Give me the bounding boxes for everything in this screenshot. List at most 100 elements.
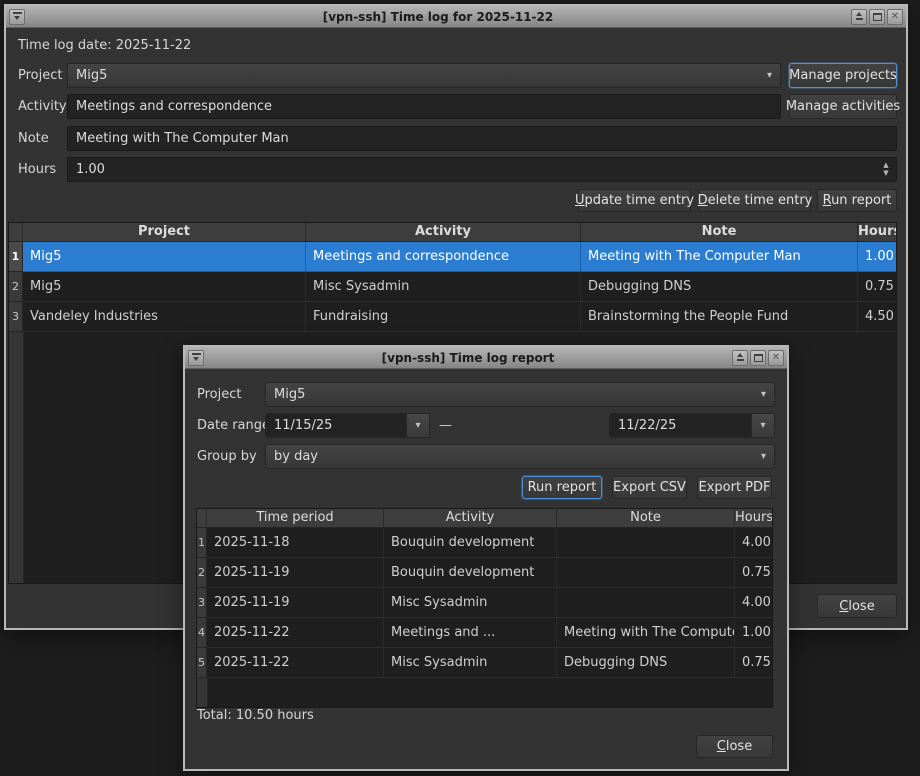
table-cell: Bouquin development (384, 528, 557, 558)
time-log-date-label: Time log date: 2025-11-22 (18, 37, 191, 55)
row-number: 1 (9, 242, 23, 272)
activity-input[interactable] (67, 94, 781, 119)
table-cell: Brainstorming the People Fund (581, 302, 858, 332)
column-header[interactable]: Project (23, 223, 306, 242)
group-by-label: Group by (197, 444, 257, 469)
table-cell: Meetings and ... (384, 618, 557, 648)
table-cell (557, 528, 735, 558)
maximize-icon[interactable] (869, 9, 885, 25)
table-row[interactable]: 22025-11-19Bouquin development0.75 (197, 558, 772, 588)
date-end-picker[interactable]: 11/22/25 ▾ (609, 413, 775, 438)
project-label: Project (18, 63, 62, 88)
chevron-down-icon: ▾ (761, 452, 766, 462)
column-header[interactable]: Hours (735, 509, 772, 528)
column-header[interactable]: Note (557, 509, 735, 528)
table-cell: 0.75 (735, 648, 772, 678)
window-menu-icon[interactable] (9, 9, 25, 25)
spin-down-icon[interactable]: ▼ (883, 170, 888, 177)
table-cell: Fundraising (306, 302, 581, 332)
run-report-button[interactable]: Run report (817, 189, 897, 212)
export-csv-button[interactable]: Export CSV (612, 476, 687, 499)
main-window-title: [vpn-ssh] Time log for 2025-11-22 (27, 10, 849, 24)
table-cell: Misc Sysadmin (384, 648, 557, 678)
table-cell: 1.00 (858, 242, 896, 272)
report-window-content: Project Mig5 ▾ Date range 11/15/25 ▾ — 1… (185, 370, 787, 769)
report-window-titlebar[interactable]: [vpn-ssh] Time log report ✕ (185, 347, 787, 369)
date-start-picker[interactable]: 11/15/25 ▾ (265, 413, 430, 438)
delete-time-entry-button[interactable]: Delete time entry (699, 189, 811, 212)
export-pdf-button[interactable]: Export PDF (697, 476, 772, 499)
report-project-combobox[interactable]: Mig5 ▾ (265, 382, 775, 407)
row-number: 4 (197, 618, 207, 648)
hours-input[interactable] (67, 157, 897, 182)
table-row[interactable]: 52025-11-22Misc SysadminDebugging DNS0.7… (197, 648, 772, 678)
main-window-titlebar[interactable]: [vpn-ssh] Time log for 2025-11-22 ✕ (6, 6, 906, 28)
chevron-down-icon: ▾ (761, 390, 766, 400)
note-input[interactable] (67, 126, 897, 151)
table-row[interactable]: 1Mig5Meetings and correspondenceMeeting … (9, 242, 896, 272)
column-header[interactable]: Activity (306, 223, 581, 242)
calendar-dropdown-icon[interactable]: ▾ (751, 414, 774, 437)
calendar-dropdown-icon[interactable]: ▾ (406, 414, 429, 437)
window-menu-icon[interactable] (188, 350, 204, 366)
table-row[interactable]: 42025-11-22Meetings and ...Meeting with … (197, 618, 772, 648)
table-cell: Meeting with The Computer Man (581, 242, 858, 272)
close-icon[interactable]: ✕ (887, 9, 903, 25)
manage-projects-button[interactable]: Manage projects (789, 63, 897, 88)
table-cell: 1.00 (735, 618, 772, 648)
note-label: Note (18, 126, 49, 151)
row-number: 3 (9, 302, 23, 332)
table-cell: Misc Sysadmin (306, 272, 581, 302)
table-cell: 2025-11-19 (207, 558, 384, 588)
update-time-entry-button[interactable]: Update time entry (578, 189, 691, 212)
table-cell (557, 588, 735, 618)
table-cell: 4.50 (858, 302, 896, 332)
close-icon[interactable]: ✕ (768, 350, 784, 366)
table-cell: Meetings and correspondence (306, 242, 581, 272)
row-number: 3 (197, 588, 207, 618)
table-cell: 0.75 (858, 272, 896, 302)
table-header-row: ProjectActivityNoteHours (9, 223, 896, 242)
table-cell: 2025-11-22 (207, 648, 384, 678)
maximize-icon[interactable] (750, 350, 766, 366)
row-number: 5 (197, 648, 207, 678)
column-header[interactable]: Hours (858, 223, 896, 242)
table-cell: Meeting with The Computer... (557, 618, 735, 648)
table-empty-area (197, 678, 772, 707)
table-cell: Misc Sysadmin (384, 588, 557, 618)
report-close-button[interactable]: Close (696, 735, 773, 758)
shade-icon[interactable] (732, 350, 748, 366)
header-gutter (9, 223, 23, 242)
group-by-combobox[interactable]: by day ▾ (265, 444, 775, 469)
report-project-label: Project (197, 382, 241, 407)
column-header[interactable]: Activity (384, 509, 557, 528)
header-gutter (197, 509, 207, 528)
column-header[interactable]: Time period (207, 509, 384, 528)
main-close-button[interactable]: Close (817, 594, 897, 618)
project-combobox[interactable]: Mig5 ▾ (67, 63, 781, 88)
table-row[interactable]: 12025-11-18Bouquin development4.00 (197, 528, 772, 558)
table-row[interactable]: 32025-11-19Misc Sysadmin4.00 (197, 588, 772, 618)
table-cell: Mig5 (23, 242, 306, 272)
table-cell: Vandeley Industries (23, 302, 306, 332)
table-cell: 0.75 (735, 558, 772, 588)
report-run-report-button[interactable]: Run report (522, 476, 602, 499)
table-cell: 4.00 (735, 528, 772, 558)
column-header[interactable]: Note (581, 223, 858, 242)
date-range-label: Date range (197, 413, 270, 438)
hours-spinner: ▲ ▼ (67, 157, 897, 182)
table-header-row: Time periodActivityNoteHours (197, 509, 772, 528)
report-table: Time periodActivityNoteHours 12025-11-18… (196, 508, 773, 708)
spin-buttons[interactable]: ▲ ▼ (879, 159, 893, 180)
manage-activities-button[interactable]: Manage activities (789, 94, 897, 119)
table-row[interactable]: 3Vandeley IndustriesFundraisingBrainstor… (9, 302, 896, 332)
shade-icon[interactable] (851, 9, 867, 25)
report-window: [vpn-ssh] Time log report ✕ Project Mig5… (183, 345, 789, 771)
table-row[interactable]: 2Mig5Misc SysadminDebugging DNS0.75 (9, 272, 896, 302)
table-cell (557, 558, 735, 588)
row-number: 1 (197, 528, 207, 558)
table-cell: 2025-11-22 (207, 618, 384, 648)
spin-up-icon[interactable]: ▲ (883, 162, 888, 169)
row-number: 2 (197, 558, 207, 588)
table-cell: Debugging DNS (581, 272, 858, 302)
